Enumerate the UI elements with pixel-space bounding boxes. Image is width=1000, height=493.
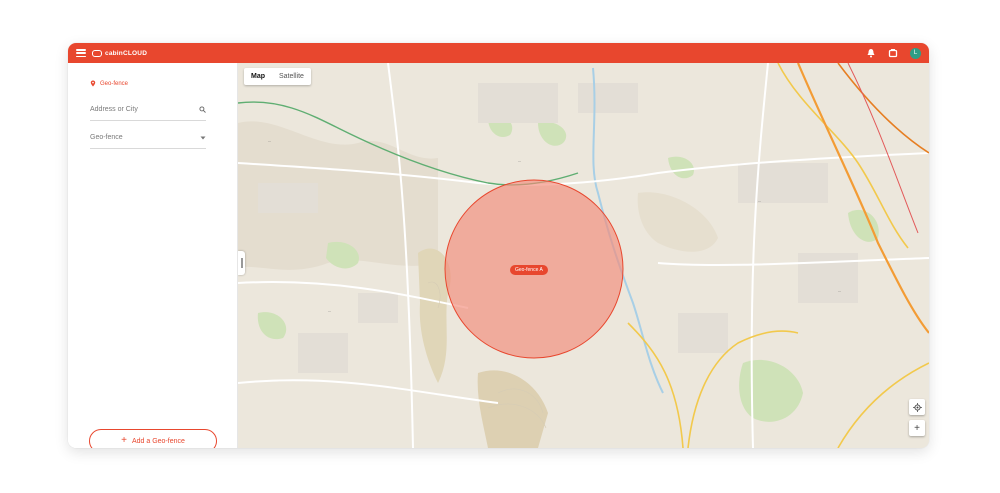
grip-icon <box>240 258 243 268</box>
pin-icon <box>90 80 96 87</box>
top-bar: cabinCLOUD L <box>68 43 929 63</box>
svg-text:···: ··· <box>518 160 521 164</box>
top-actions: L <box>866 47 921 59</box>
zoom-in-icon: + <box>914 422 920 434</box>
avatar[interactable]: L <box>910 47 921 59</box>
menu-icon[interactable] <box>76 49 86 57</box>
geofence-label[interactable]: Geo-fence A <box>510 265 548 275</box>
brand-logo[interactable]: cabinCLOUD <box>92 49 148 57</box>
map-view[interactable]: ··· ··· ··· ··· ··· Map Satellite Geo-fe… <box>238 63 929 448</box>
map-type-tabs: Map Satellite <box>244 68 311 85</box>
avatar-initial: L <box>913 50 918 56</box>
box-icon[interactable] <box>888 48 898 58</box>
svg-text:···: ··· <box>328 310 331 314</box>
locate-icon <box>912 402 922 412</box>
search-input[interactable]: Address or City <box>90 99 206 121</box>
geofence-select[interactable]: Geo-fence <box>90 127 206 149</box>
svg-text:···: ··· <box>838 290 841 294</box>
sidebar-title: Geo-fence <box>90 80 128 87</box>
brand-name: cabinCLOUD <box>105 49 148 57</box>
geofence-select-value: Geo-fence <box>90 134 123 141</box>
chevron-down-icon <box>200 136 206 140</box>
search-icon[interactable] <box>199 106 206 113</box>
map-canvas: ··· ··· ··· ··· ··· <box>238 63 929 448</box>
sidebar-collapse-handle[interactable] <box>238 251 245 275</box>
svg-text:···: ··· <box>268 140 271 144</box>
svg-text:···: ··· <box>758 200 761 204</box>
add-geofence-button[interactable]: + Add a Geo-fence <box>89 429 217 448</box>
tab-map[interactable]: Map <box>244 68 272 85</box>
app-window: cabinCLOUD L Geo-fence Address or City G… <box>68 43 929 448</box>
sidebar: Geo-fence Address or City Geo-fence + Ad… <box>68 63 238 448</box>
locate-button[interactable] <box>909 399 925 415</box>
search-placeholder: Address or City <box>90 106 138 113</box>
zoom-in-button[interactable]: + <box>909 420 925 436</box>
plus-icon: + <box>121 435 127 446</box>
bell-icon[interactable] <box>866 48 876 58</box>
cloud-icon <box>92 49 102 57</box>
add-geofence-label: Add a Geo-fence <box>131 437 185 445</box>
sidebar-title-text: Geo-fence <box>100 80 129 87</box>
tab-satellite[interactable]: Satellite <box>272 68 311 85</box>
